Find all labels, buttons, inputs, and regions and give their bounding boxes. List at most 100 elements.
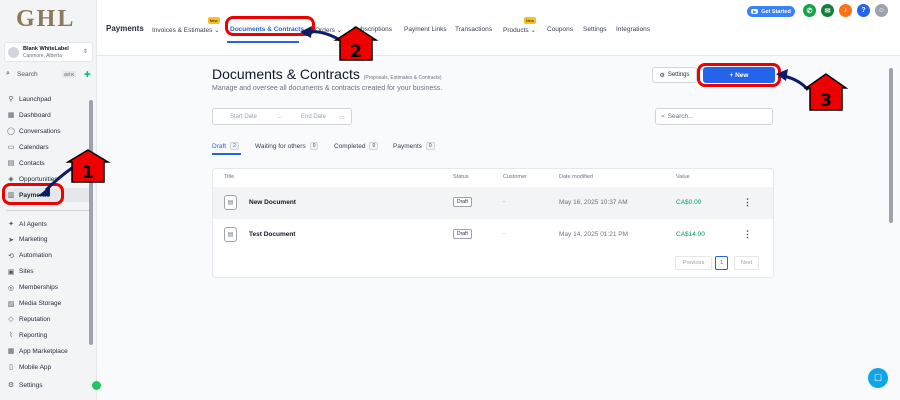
sidebar-item-dashboard[interactable]: ▦ Dashboard	[6, 108, 90, 122]
chevron-updown-icon: ⇕	[82, 49, 88, 55]
marketplace-icon: ▦	[7, 348, 15, 356]
sidebar-item-memberships[interactable]: ◎ Memberships	[6, 281, 90, 295]
get-started-button[interactable]: ▶ Get Started	[747, 6, 795, 17]
table-row[interactable]: ▤ Test Document Draft - May 14, 2025 01:21 P…	[213, 219, 773, 251]
status-dot	[92, 381, 101, 390]
filter-tab-payments[interactable]: Payments 0	[393, 142, 435, 150]
sidebar-item-launchpad[interactable]: ⚲ Launchpad	[6, 92, 90, 106]
status-badge: Draft	[453, 197, 472, 207]
reputation-icon: ◇	[8, 316, 14, 324]
section-title: Payments	[106, 24, 144, 33]
messages-icon[interactable]: ✉	[821, 4, 834, 17]
tab-orders[interactable]: Orders ⌄	[315, 26, 342, 34]
start-date[interactable]: Start Date	[230, 114, 257, 120]
gear-icon: ⚙	[659, 72, 665, 79]
tab-label: Subscriptions	[353, 26, 393, 33]
sidebar-item-reputation[interactable]: ◇ Reputation	[6, 312, 90, 326]
sidebar-item-settings[interactable]: ⚙ Settings	[6, 378, 90, 392]
sidebar-item-label: Media Storage	[19, 300, 62, 307]
date-range-picker[interactable]: Start Date → End Date ▭	[212, 108, 352, 125]
page-scrollbar[interactable]	[889, 68, 893, 223]
tab-label: Settings	[583, 26, 607, 33]
more-options-icon[interactable]: ⋮	[743, 229, 752, 240]
funnel-icon: ◈	[8, 176, 14, 183]
date-modified-cell: May 14, 2025 01:21 PM	[559, 231, 629, 238]
dashboard-icon: ▦	[7, 112, 15, 119]
end-date[interactable]: End Date	[301, 114, 326, 120]
shortcut-badge: ctrl K	[62, 71, 77, 78]
search-input[interactable]: ⌕ Search...	[655, 108, 773, 125]
tab-products[interactable]: Products ⌄ New	[503, 17, 536, 34]
annotation-highlight-payments	[2, 183, 64, 205]
sidebar-item-conversations[interactable]: ◯ Conversations	[6, 124, 90, 138]
sidebar-item-media-storage[interactable]: ▨ Media Storage	[6, 297, 90, 311]
column-header-status: Status	[453, 174, 469, 180]
next-page-button[interactable]: Next	[734, 256, 759, 270]
filter-tab-label: Waiting for others	[255, 142, 306, 150]
tab-transactions[interactable]: Transactions	[455, 26, 492, 33]
sidebar-item-label: Reputation	[19, 315, 51, 323]
sidebar-item-app-marketplace[interactable]: ▦ App Marketplace	[6, 344, 90, 358]
filter-tab-waiting-for-others[interactable]: Waiting for others 0	[255, 142, 319, 150]
sidebar-item-reporting[interactable]: ⌇ Reporting	[6, 328, 90, 342]
help-icon[interactable]: ?	[857, 4, 870, 17]
account-name: Blank WhiteLabel	[23, 46, 69, 52]
column-header-date: Date modified	[559, 174, 593, 180]
previous-page-button[interactable]: Previous	[675, 256, 712, 270]
filter-tab-draft[interactable]: Draft 2	[212, 142, 239, 150]
chat-widget-icon[interactable]: ☐	[868, 368, 888, 388]
sidebar-item-mobile-app[interactable]: ▯ Mobile App	[6, 360, 90, 374]
tab-label: Payment Links	[404, 26, 447, 33]
page-title: Documents & Contracts (Proposals, Estima…	[212, 66, 442, 82]
page-number[interactable]: 1	[715, 256, 728, 270]
more-options-icon[interactable]: ⋮	[743, 197, 752, 208]
bell-icon[interactable]: ♪	[839, 4, 852, 17]
ai-icon: ✦	[8, 221, 14, 228]
tab-integrations[interactable]: Integrations	[616, 26, 650, 33]
sidebar-item-sites[interactable]: ▣ Sites	[6, 265, 90, 279]
account-avatar	[8, 47, 19, 58]
new-badge: New	[523, 17, 536, 24]
arrow-right-icon: →	[276, 114, 282, 120]
sidebar-search[interactable]: ⌕ Search ctrl K	[4, 69, 78, 81]
page-title-note: (Proposals, Estimates & Contracts)	[363, 75, 442, 81]
sidebar-item-label: Sites	[19, 268, 34, 276]
sidebar-search-label: Search	[17, 71, 38, 78]
search-placeholder: Search...	[667, 113, 694, 120]
table-row[interactable]: ▤ New Document Draft - May 16, 2025 10:37 AM…	[213, 187, 773, 219]
settings-button[interactable]: ⚙ Settings	[652, 67, 697, 83]
tab-payment-links[interactable]: Payment Links	[404, 26, 447, 33]
document-title[interactable]: Test Document	[249, 231, 295, 238]
customer-cell: -	[503, 231, 505, 237]
sites-icon: ▣	[7, 268, 15, 276]
filter-tab-completed[interactable]: Completed 0	[334, 142, 379, 150]
tab-subscriptions[interactable]: Subscriptions	[353, 26, 392, 33]
tab-settings[interactable]: Settings	[583, 26, 607, 33]
sidebar-item-label: Launchpad	[19, 95, 52, 103]
calendar-icon: ▭	[339, 115, 345, 121]
logo[interactable]: GHL	[16, 6, 75, 33]
sidebar-scrollbar[interactable]	[89, 100, 93, 345]
search-icon: ⌕	[661, 112, 665, 120]
sidebar-item-automation[interactable]: ⟲ Automation	[6, 249, 90, 263]
sidebar-item-ai-agents[interactable]: ✦ AI Agents	[6, 217, 90, 231]
column-header-value: Value	[676, 174, 690, 180]
filter-tab-label: Payments	[393, 142, 422, 150]
account-switcher[interactable]: Blank WhiteLabel Canmore, Alberta ⇕	[4, 42, 93, 62]
bolt-icon[interactable]: ✚	[84, 70, 91, 79]
active-filter-underline	[212, 153, 241, 155]
sidebar-item-contacts[interactable]: ▤ Contacts	[6, 156, 90, 170]
tab-coupons[interactable]: Coupons	[547, 26, 573, 33]
sidebar-item-calendars[interactable]: ▭ Calendars	[6, 140, 90, 154]
sidebar-item-marketing[interactable]: ➤ Marketing	[6, 233, 90, 247]
video-icon: ▶	[751, 9, 759, 14]
user-avatar[interactable]: ☺	[875, 4, 888, 17]
settings-button-label: Settings	[667, 72, 690, 78]
search-icon: ⌕	[6, 70, 10, 77]
phone-icon[interactable]: ✆	[803, 4, 816, 17]
active-tab-underline	[227, 41, 299, 43]
document-title[interactable]: New Document	[249, 199, 296, 206]
tab-invoices-estimates[interactable]: Invoices & Estimates ⌄ New	[152, 17, 220, 34]
new-badge: New	[207, 17, 220, 24]
mobile-icon: ▯	[9, 364, 13, 372]
